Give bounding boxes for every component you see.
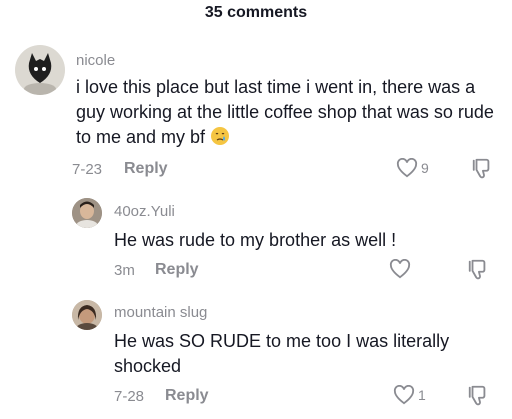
comment-date: 7-28	[114, 388, 145, 405]
dislike-button[interactable]	[467, 384, 489, 411]
reply-button[interactable]: Reply	[124, 160, 168, 178]
like-button[interactable]: 1	[393, 385, 426, 405]
comment-username[interactable]: mountain slug	[114, 304, 207, 321]
crying-face-icon	[210, 126, 230, 146]
reply-button[interactable]: Reply	[165, 387, 209, 405]
reply-button[interactable]: Reply	[155, 261, 199, 279]
heart-icon	[389, 259, 411, 279]
avatar[interactable]	[72, 198, 102, 228]
like-button[interactable]: 9	[396, 158, 429, 178]
heart-icon	[393, 385, 415, 405]
comment-text: He was rude to my brother as well !	[114, 230, 397, 250]
dislike-button[interactable]	[471, 157, 493, 184]
comment-username[interactable]: nicole	[76, 52, 115, 69]
comment-text: He was SO RUDE to me too I was literally…	[114, 331, 450, 376]
heart-icon	[396, 158, 418, 178]
thumbs-down-icon	[472, 158, 490, 179]
comment-text-body: i love this place but last time i went i…	[76, 77, 494, 147]
thumbs-down-icon	[468, 259, 486, 280]
comment-date: 7-23	[72, 161, 103, 178]
avatar[interactable]	[72, 300, 102, 330]
like-count: 1	[418, 387, 426, 403]
like-count: 9	[421, 160, 429, 176]
avatar[interactable]	[15, 45, 65, 95]
comments-count-title: 35 comments	[204, 4, 308, 21]
comment-date: 3m	[114, 262, 135, 279]
comment-text: i love this place but last time i went i…	[76, 75, 501, 150]
comment-username[interactable]: 40oz.Yuli	[114, 203, 175, 220]
thumbs-down-icon	[468, 385, 486, 406]
dislike-button[interactable]	[467, 258, 489, 285]
like-button[interactable]	[389, 259, 414, 279]
comments-header: 35 comments	[0, 0, 512, 30]
